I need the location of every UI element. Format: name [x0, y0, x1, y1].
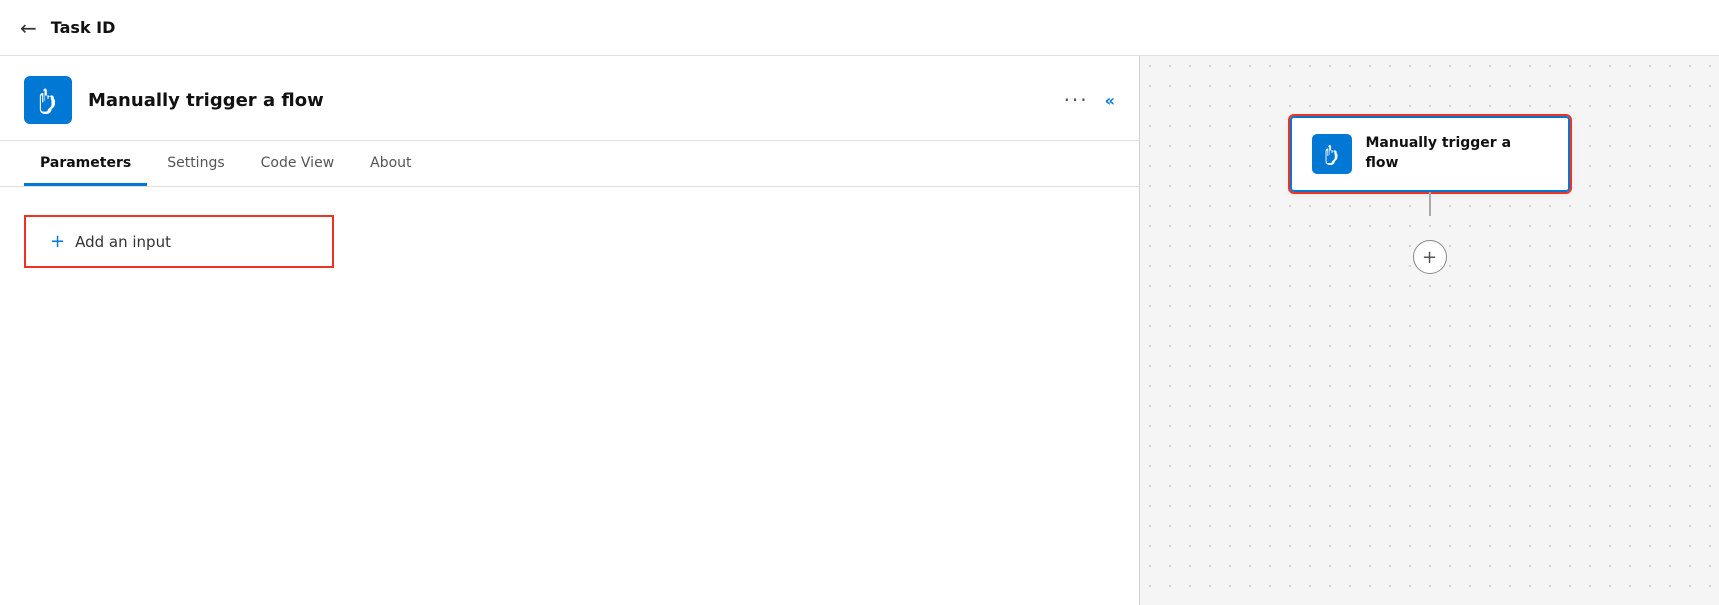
- tabs-bar: Parameters Settings Code View About: [0, 141, 1139, 187]
- tab-settings[interactable]: Settings: [151, 141, 240, 186]
- trigger-actions: ··· «: [1064, 90, 1115, 110]
- add-node-plus-icon: +: [1422, 247, 1437, 268]
- back-button[interactable]: ←: [20, 16, 37, 40]
- plus-icon: +: [50, 231, 65, 252]
- add-node-button[interactable]: +: [1413, 240, 1447, 274]
- canvas-trigger-node[interactable]: Manually trigger a flow: [1290, 116, 1570, 192]
- more-options-button[interactable]: ···: [1064, 90, 1089, 110]
- canvas-node-title: Manually trigger a flow: [1366, 134, 1548, 173]
- right-panel-canvas: Manually trigger a flow +: [1140, 56, 1719, 605]
- header: ← Task ID: [0, 0, 1719, 56]
- collapse-button[interactable]: «: [1105, 91, 1115, 110]
- trigger-hand-icon: [34, 86, 62, 114]
- trigger-header: Manually trigger a flow ··· «: [0, 56, 1139, 141]
- page-title: Task ID: [51, 18, 116, 37]
- tab-parameters[interactable]: Parameters: [24, 141, 147, 186]
- tab-content-parameters: + Add an input: [0, 187, 1139, 605]
- node-connector: [1429, 192, 1431, 216]
- trigger-icon-box: [24, 76, 72, 124]
- trigger-title: Manually trigger a flow: [88, 90, 1064, 111]
- add-input-button[interactable]: + Add an input: [24, 215, 334, 268]
- back-arrow-icon: ←: [20, 16, 37, 40]
- tab-code-view[interactable]: Code View: [245, 141, 351, 186]
- canvas-trigger-hand-icon: [1321, 143, 1343, 165]
- tab-about[interactable]: About: [354, 141, 427, 186]
- main-content: Manually trigger a flow ··· « Parameters…: [0, 56, 1719, 605]
- canvas-node-icon-box: [1312, 134, 1352, 174]
- left-panel: Manually trigger a flow ··· « Parameters…: [0, 56, 1140, 605]
- add-input-label: Add an input: [75, 233, 171, 251]
